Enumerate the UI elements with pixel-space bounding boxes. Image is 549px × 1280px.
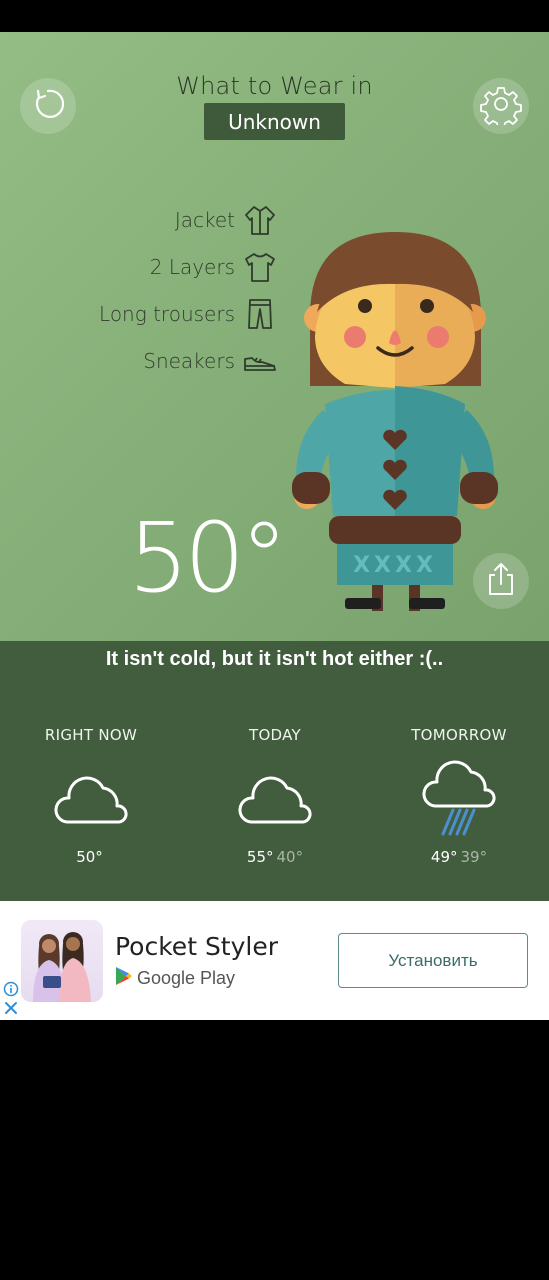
cloud-icon <box>185 760 365 836</box>
outfit-label: Long trousers <box>99 301 235 326</box>
gear-icon <box>480 83 522 130</box>
forecast-temps: 55° 40° <box>185 848 365 866</box>
empty-area <box>0 1020 549 1280</box>
forecast-label: TOMORROW <box>411 726 507 744</box>
ad-banner[interactable]: Pocket Styler Google Play Установить <box>0 901 549 1020</box>
ad-store-label: Google Play <box>137 968 236 988</box>
outfit-label: Jacket <box>174 207 235 232</box>
svg-text:XXXX: XXXX <box>353 553 437 578</box>
forecast-temps: 50° <box>1 848 181 866</box>
close-icon[interactable] <box>3 1000 19 1021</box>
forecast-today: TODAY 55° 40° <box>185 726 365 866</box>
google-play-icon <box>115 966 133 991</box>
ad-app-thumbnail[interactable] <box>21 920 103 1002</box>
page-title: What to Wear in <box>176 72 373 100</box>
outfit-list: Jacket 2 Layers Long trousers Sneakers <box>99 196 277 384</box>
jacket-icon <box>243 203 277 237</box>
ad-store: Google Play <box>115 966 235 991</box>
settings-button[interactable] <box>473 78 529 134</box>
outfit-item-layers: 2 Layers <box>99 243 277 290</box>
rain-cloud-icon <box>369 760 549 836</box>
forecast-label: TODAY <box>248 726 301 744</box>
hero-panel: What to Wear in Unknown Jacket 2 Layers <box>0 32 549 641</box>
share-button[interactable] <box>473 553 529 609</box>
forecast-right-now: RIGHT NOW 50° <box>1 726 181 866</box>
temp-low: 39° <box>460 848 488 866</box>
forecast-panel: It isn't cold, but it isn't hot either :… <box>0 641 549 901</box>
outfit-item-sneakers: Sneakers <box>99 337 277 384</box>
cloud-icon <box>1 760 181 836</box>
outfit-label: 2 Layers <box>149 254 235 279</box>
forecast-label: RIGHT NOW <box>44 726 138 744</box>
sneakers-icon <box>243 344 277 378</box>
location-button[interactable]: Unknown <box>204 103 345 140</box>
forecast-tomorrow: TOMORROW 49° 39° <box>369 726 549 866</box>
trousers-icon <box>243 297 277 331</box>
temp-high: 55° <box>246 848 274 866</box>
share-icon <box>485 561 517 602</box>
status-bar <box>0 0 549 32</box>
character-illustration: XXXX <box>285 226 505 635</box>
temp-high: 49° <box>430 848 458 866</box>
current-temperature: 50° <box>128 502 288 614</box>
temp-high: 50° <box>76 848 103 866</box>
outfit-item-jacket: Jacket <box>99 196 277 243</box>
outfit-item-trousers: Long trousers <box>99 290 277 337</box>
ad-app-name[interactable]: Pocket Styler <box>115 932 278 961</box>
forecast-temps: 49° 39° <box>369 848 549 866</box>
temp-low: 40° <box>276 848 304 866</box>
shirt-icon <box>243 250 277 284</box>
weather-message: It isn't cold, but it isn't hot either :… <box>105 648 444 670</box>
install-button[interactable]: Установить <box>338 933 528 988</box>
ad-info-icon[interactable] <box>3 981 19 1002</box>
outfit-label: Sneakers <box>143 348 235 373</box>
